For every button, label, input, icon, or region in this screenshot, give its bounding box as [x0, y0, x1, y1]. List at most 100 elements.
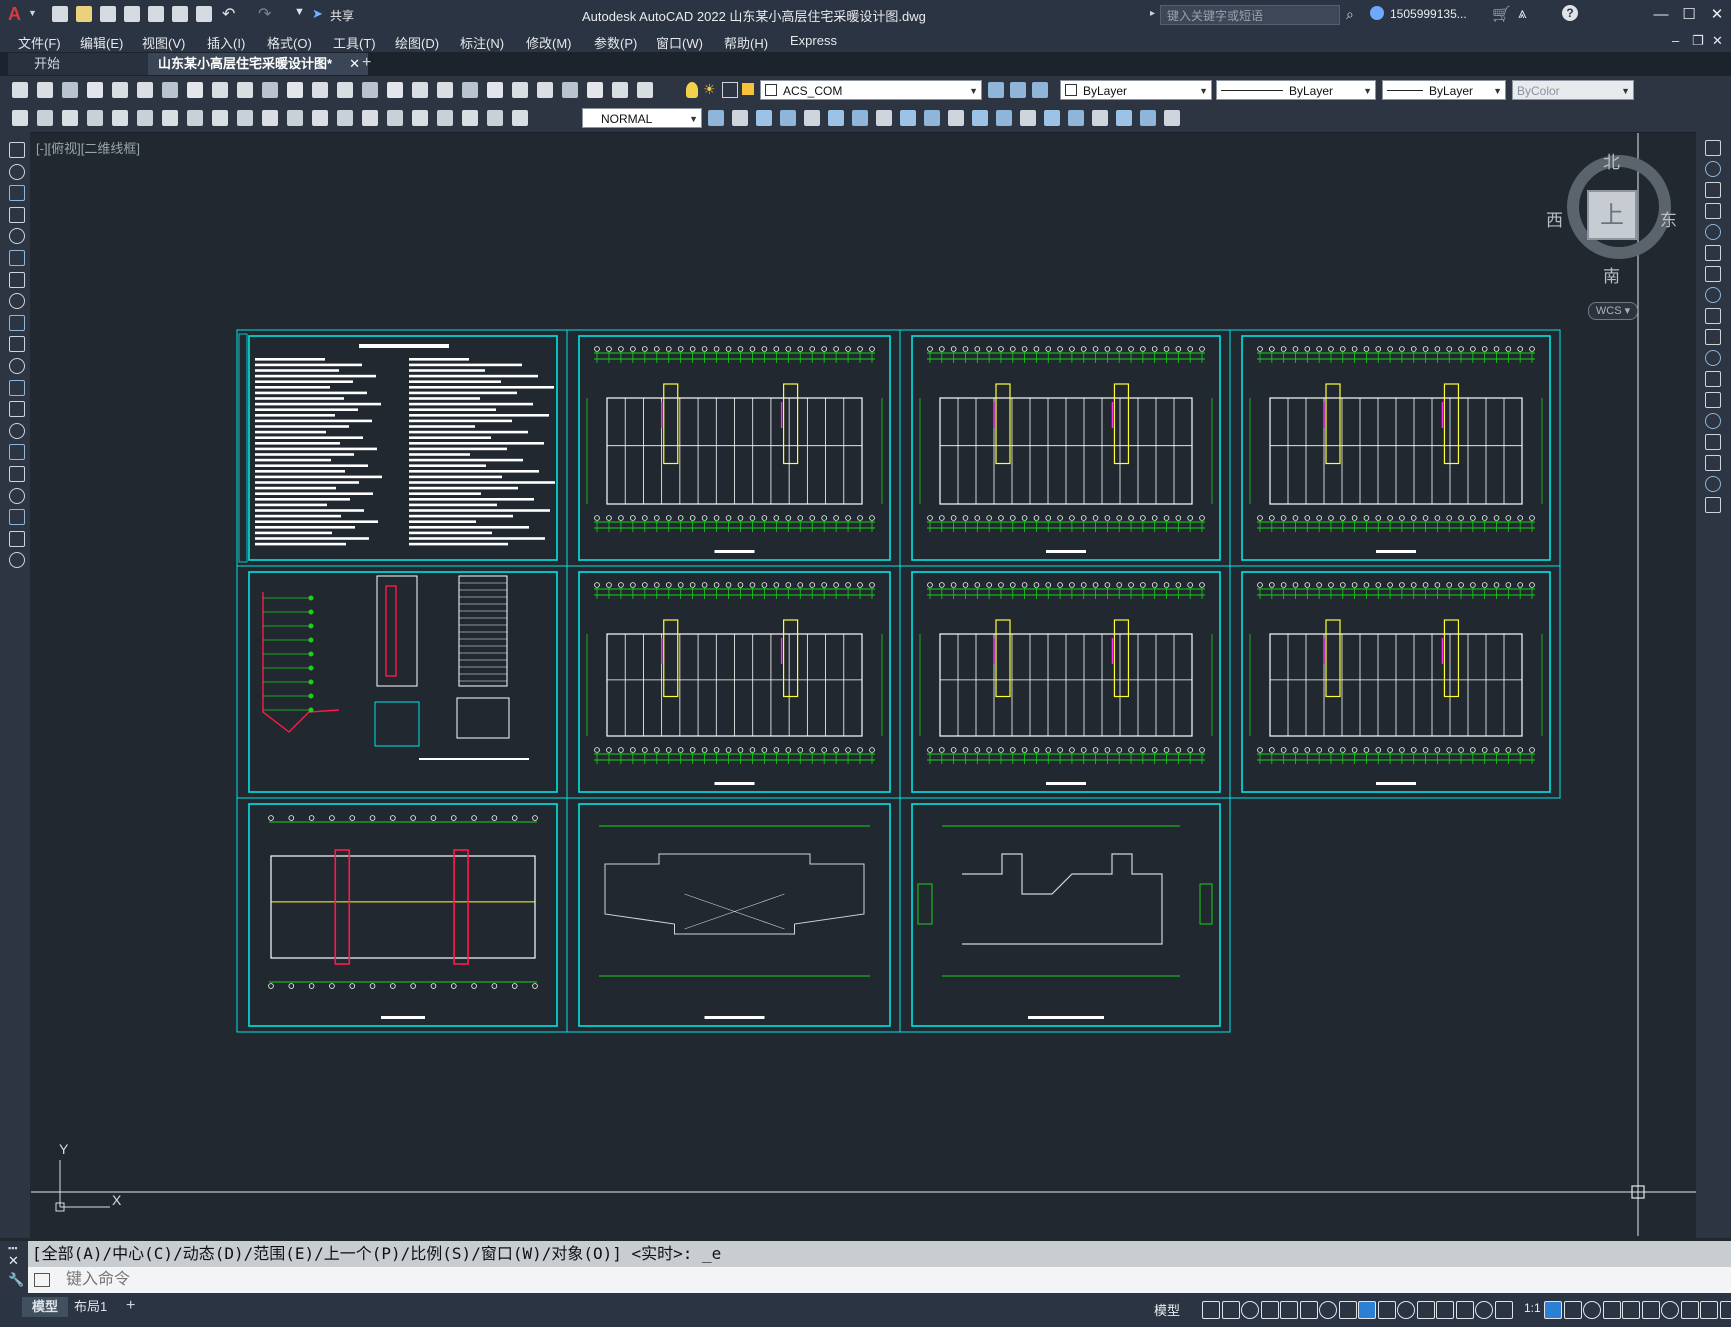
tab-model[interactable]: 模型 [22, 1297, 69, 1317]
polar-tracking-icon[interactable] [1299, 1301, 1318, 1319]
help-icon[interactable]: ? [1562, 5, 1578, 21]
gradient-icon[interactable] [9, 466, 25, 482]
array-icon[interactable] [1705, 224, 1721, 240]
lineweight-dropdown[interactable]: ByLayer ▼ [1382, 80, 1506, 100]
dim-text-edit-icon[interactable] [462, 110, 478, 126]
selection-cycling-icon[interactable] [1416, 1301, 1435, 1319]
linetype-dropdown[interactable]: ByLayer ▼ [1216, 80, 1376, 100]
layer-on-bulb-icon[interactable] [686, 82, 698, 98]
add-layout-plus-icon[interactable]: + [126, 1297, 135, 1315]
menu-dimension[interactable]: 标注(N) [460, 33, 504, 52]
dim-jogged-icon[interactable] [137, 110, 153, 126]
gizmo-icon[interactable] [1494, 1301, 1513, 1319]
iso-sw-icon[interactable] [852, 110, 868, 126]
arc-icon[interactable] [9, 250, 25, 266]
share-icon[interactable]: ➤ [312, 6, 323, 22]
selection-filter-icon[interactable] [1475, 1301, 1493, 1319]
doc-minimize-button[interactable]: – [1672, 33, 1679, 48]
search-icon[interactable]: ⌕ [1346, 6, 1354, 23]
tab-start[interactable]: 开始 [8, 53, 148, 75]
insert-block-icon[interactable] [9, 379, 25, 396]
isodraft-icon[interactable] [1319, 1301, 1337, 1319]
zoom-previous-icon[interactable] [437, 82, 453, 98]
compass-east[interactable]: 东 [1660, 206, 1677, 231]
plot-icon[interactable] [87, 82, 103, 98]
extend-icon[interactable] [1705, 350, 1721, 366]
menu-help[interactable]: 帮助(H) [724, 33, 768, 52]
command-grip-icon[interactable]: ▪▪▪ [8, 1243, 18, 1253]
layer-lock-icon[interactable] [722, 82, 738, 98]
annotation-visibility-icon[interactable] [1544, 1301, 1562, 1319]
units-icon[interactable] [1622, 1301, 1640, 1319]
dim-edit-icon[interactable] [437, 110, 453, 126]
dim-ordinate-icon[interactable] [87, 110, 103, 126]
quick-properties-icon[interactable] [1641, 1301, 1660, 1319]
erase-icon[interactable] [1705, 140, 1721, 156]
dim-linear-icon[interactable] [12, 110, 28, 126]
cart-icon[interactable]: 🛒 [1492, 5, 1511, 23]
compass-south[interactable]: 南 [1603, 262, 1620, 287]
move-icon[interactable] [1705, 245, 1721, 261]
dim-update-icon[interactable] [487, 110, 503, 126]
auto-scale-icon[interactable] [1563, 1301, 1582, 1319]
3d-view-left-icon[interactable] [756, 110, 772, 126]
qnew-icon[interactable] [12, 82, 28, 98]
make-layer-current-icon[interactable] [988, 82, 1004, 98]
undo-icon[interactable] [312, 82, 328, 98]
close-button[interactable]: ✕ [1704, 4, 1730, 26]
transparency-icon[interactable] [1397, 1301, 1415, 1319]
dim-space-icon[interactable] [287, 110, 303, 126]
design-center-icon[interactable] [487, 82, 503, 98]
3d-print-icon[interactable] [162, 82, 178, 98]
dim-angular-icon[interactable] [187, 110, 203, 126]
redo-icon[interactable] [337, 82, 353, 98]
undo-icon[interactable]: ↶ [222, 4, 235, 24]
minimize-button[interactable]: — [1648, 4, 1674, 26]
join-icon[interactable] [1705, 413, 1721, 429]
lineweight-icon[interactable] [1377, 1301, 1396, 1319]
construction-line-icon[interactable] [9, 163, 25, 180]
3d-view-bottom-icon[interactable] [732, 110, 748, 126]
offset-icon[interactable] [1705, 203, 1721, 219]
ucs-icon[interactable] [1140, 110, 1156, 126]
zoom-realtime-icon[interactable] [387, 82, 403, 98]
menu-file[interactable]: 文件(F) [18, 33, 61, 52]
dim-style-icon[interactable] [512, 110, 528, 126]
new-file-icon[interactable] [52, 6, 68, 22]
menu-draw[interactable]: 绘图(D) [395, 33, 439, 52]
mirror-icon[interactable] [1705, 182, 1721, 198]
blend-curves-icon[interactable] [1705, 476, 1721, 492]
autocad-logo-icon[interactable]: A [8, 4, 26, 24]
multiline-text-icon[interactable] [9, 530, 25, 547]
snap-mode-icon[interactable] [1221, 1301, 1240, 1319]
match-layer-icon[interactable] [1010, 82, 1026, 98]
doc-restore-button[interactable]: ❐ [1692, 33, 1704, 49]
compass-north[interactable]: 北 [1603, 148, 1620, 173]
layer-properties-icon[interactable] [637, 82, 653, 98]
explode-icon[interactable] [1705, 497, 1721, 513]
compass-west[interactable]: 西 [1546, 206, 1563, 231]
region-icon[interactable] [9, 487, 25, 504]
pan-icon[interactable] [362, 82, 378, 98]
command-customize-wrench-icon[interactable]: 🔧 [8, 1272, 24, 1288]
user-avatar-icon[interactable] [1370, 6, 1384, 20]
markup-icon[interactable] [562, 82, 578, 98]
layer-unlock-icon[interactable] [742, 83, 754, 95]
block-editor-icon[interactable] [287, 82, 303, 98]
render-icon[interactable] [1020, 110, 1036, 126]
viewport-controls[interactable]: [-][俯视][二维线框] [36, 138, 140, 157]
object-snap-icon[interactable] [1358, 1301, 1376, 1319]
open-file-icon[interactable] [76, 6, 92, 22]
tab-layout1[interactable]: 布局1 [64, 1297, 117, 1317]
paste-icon[interactable] [237, 82, 253, 98]
scale-icon[interactable] [1705, 287, 1721, 303]
wcs-menu[interactable]: WCS ▾ [1588, 302, 1638, 320]
ucs-world-icon[interactable] [1164, 110, 1180, 126]
ellipse-icon[interactable] [9, 336, 25, 353]
annotation-monitor-icon[interactable] [1602, 1301, 1621, 1319]
point-icon[interactable] [9, 422, 25, 439]
iso-se-icon[interactable] [876, 110, 892, 126]
shade-icon[interactable] [996, 110, 1012, 126]
table-icon[interactable] [9, 509, 25, 526]
lights-icon[interactable] [1068, 110, 1084, 126]
